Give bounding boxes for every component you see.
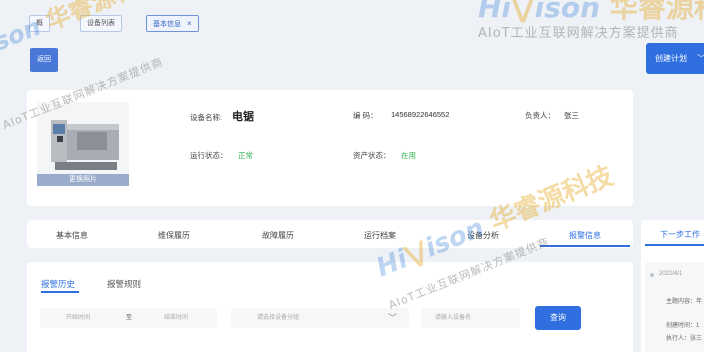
end-date-input[interactable]: 结束时间 <box>164 308 188 328</box>
change-photo-button[interactable]: 更换照片 <box>37 174 129 186</box>
tab-run-records[interactable]: 运行档案 <box>364 230 396 241</box>
subtab-alarm-history[interactable]: 报警历史 <box>41 278 75 290</box>
timeline-dot <box>650 273 654 277</box>
device-name-label: 设备名称: <box>190 113 223 122</box>
run-status-value: 正常 <box>238 151 253 160</box>
device-group-select[interactable]: 请选择设备分组 ﹀ <box>231 308 409 328</box>
task-date: 2022/4/1 <box>659 271 683 277</box>
task-created: 创建时间：1 <box>666 323 700 329</box>
tab-device-analysis[interactable]: 设备分析 <box>467 230 499 241</box>
device-name-input[interactable]: 请输入设备名 <box>421 308 520 328</box>
task-assignee: 执行人：张三 <box>666 336 703 342</box>
detail-tab-bar <box>27 220 633 248</box>
create-plan-label: 创建计划 <box>655 54 687 63</box>
device-code-value: 14568922646552 <box>391 110 450 119</box>
close-icon[interactable]: × <box>187 19 192 28</box>
create-plan-button[interactable]: 创建计划 ﹀ <box>646 43 704 74</box>
tab-overview[interactable]: 概 <box>29 15 50 32</box>
tab-label: 设备列表 <box>87 20 115 27</box>
subtab-alarm-rules[interactable]: 报警规则 <box>107 278 141 290</box>
start-date-input[interactable]: 开始时间 <box>66 308 90 328</box>
run-status-label: 运行状态： <box>190 151 228 160</box>
next-steps-title: 下一步工作 <box>660 230 700 239</box>
search-button[interactable]: 查询 <box>535 306 581 330</box>
device-name-placeholder: 请输入设备名 <box>435 315 472 321</box>
owner-label: 负责人： <box>525 111 555 120</box>
asset-status-value: 在用 <box>401 151 416 160</box>
next-steps-indicator <box>645 244 704 246</box>
active-subtab-indicator <box>41 291 79 293</box>
device-name-value: 电锯 <box>232 111 254 123</box>
task-subject: 主题内容：年 <box>666 299 703 305</box>
device-code-label: 编 码： <box>353 111 378 120</box>
active-tab-indicator <box>540 245 630 247</box>
date-range-picker[interactable]: 开始时间 至 结束时间 <box>40 308 217 328</box>
chevron-down-icon: ﹀ <box>388 313 398 323</box>
chevron-down-icon: ﹀ <box>697 54 704 63</box>
owner-value: 张三 <box>564 111 579 120</box>
device-group-placeholder: 请选择设备分组 <box>257 315 300 321</box>
asset-status-label: 资产状态： <box>353 151 391 160</box>
tab-basic-info-detail[interactable]: 基本信息 <box>56 230 88 241</box>
back-button[interactable]: 返回 <box>30 48 58 72</box>
tab-device-list[interactable]: 设备列表 <box>80 15 122 32</box>
tab-basic-info[interactable]: 基本信息 × <box>146 15 199 32</box>
tab-maintenance-history[interactable]: 维保履历 <box>158 230 190 241</box>
tab-alarm-info[interactable]: 报警信息 <box>569 230 601 241</box>
page-header <box>0 40 704 80</box>
tab-label: 基本信息 <box>153 21 181 28</box>
tab-fault-history[interactable]: 故障履历 <box>262 230 294 241</box>
tab-label: 概 <box>36 20 43 27</box>
range-separator: 至 <box>126 315 133 321</box>
